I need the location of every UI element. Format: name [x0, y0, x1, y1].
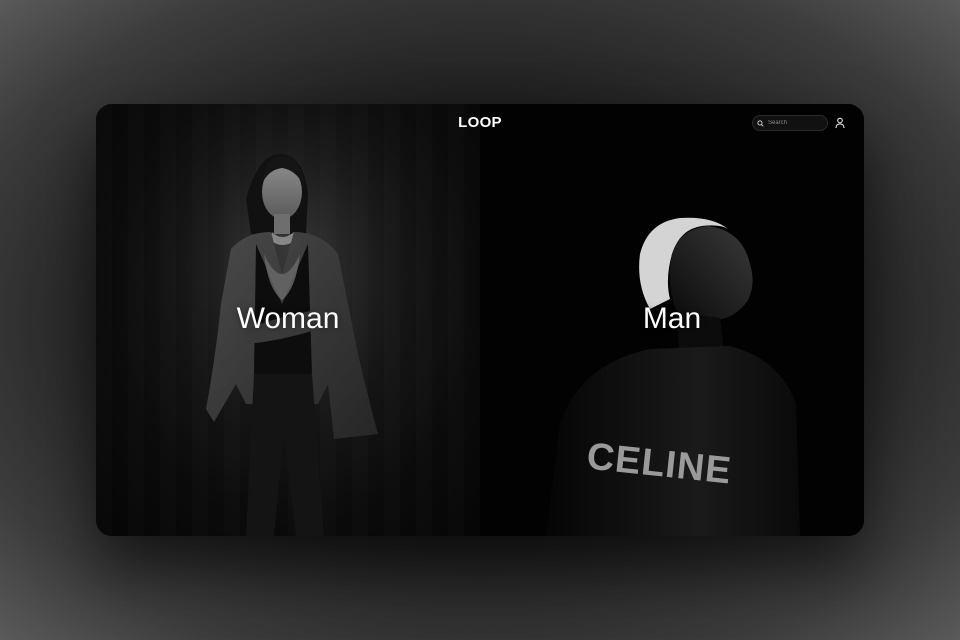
- man-category-label[interactable]: Man: [480, 302, 864, 336]
- search-input[interactable]: [768, 120, 826, 126]
- app-window: Woman CELINE Man LOOP: [96, 104, 864, 536]
- user-icon[interactable]: [835, 117, 845, 129]
- woman-category-panel[interactable]: Woman: [96, 104, 480, 536]
- woman-category-label[interactable]: Woman: [96, 302, 480, 336]
- logo[interactable]: LOOP: [96, 114, 864, 131]
- search-bar[interactable]: [752, 115, 828, 131]
- top-header: LOOP: [96, 104, 864, 144]
- man-category-panel[interactable]: CELINE Man: [480, 104, 864, 536]
- search-icon: [757, 119, 764, 127]
